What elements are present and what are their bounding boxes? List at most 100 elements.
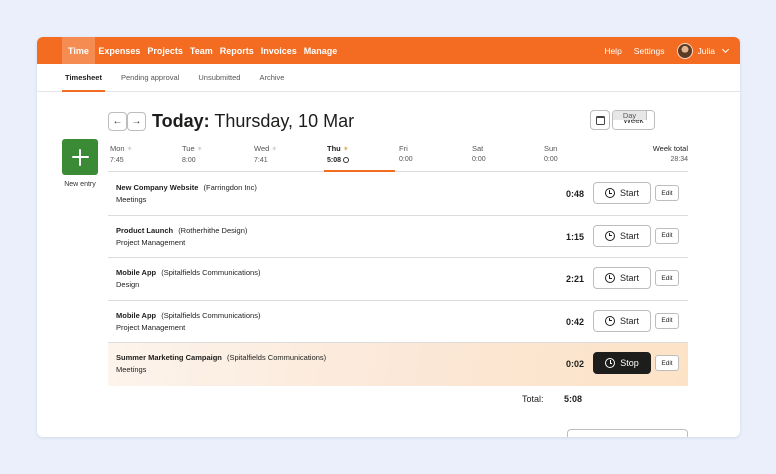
nav-team[interactable]: Team xyxy=(186,37,216,64)
day-name: Thu xyxy=(327,144,341,153)
day-name: Sun xyxy=(544,144,558,153)
project-name: Product Launch xyxy=(116,225,174,235)
edit-button[interactable]: Edit xyxy=(655,270,679,286)
total-value: 5:08 xyxy=(564,394,583,404)
submit-week-button[interactable] xyxy=(567,429,688,437)
clock-icon xyxy=(604,273,615,283)
project-name: Mobile App xyxy=(116,310,157,320)
plus-icon xyxy=(71,148,89,166)
entries-list: New Company Website (Farringdon Inc) Mee… xyxy=(108,173,688,386)
day-sun[interactable]: Sun 0:00 xyxy=(544,144,558,165)
day-strip: Mon ✶ 7:45 Tue ✶ 8:00 Wed ✶ 7:41 Thu ✶ 5… xyxy=(108,144,688,172)
project-name: New Company Website xyxy=(116,183,199,192)
user-name[interactable]: Julia xyxy=(698,46,715,56)
view-day-button[interactable]: Day xyxy=(613,111,647,120)
page-title: Today: Thursday, 10 Mar xyxy=(152,111,354,132)
top-nav: Time Expenses Projects Team Reports Invo… xyxy=(37,37,740,64)
day-thu[interactable]: Thu ✶ 5:08 xyxy=(327,144,350,166)
confetti-icon: ✶ xyxy=(126,146,133,153)
app-window: Time Expenses Projects Team Reports Invo… xyxy=(37,37,740,437)
client-name: (Farringdon Inc) xyxy=(203,183,257,192)
tab-unsubmitted[interactable]: Unsubmitted xyxy=(195,64,243,91)
next-day-button[interactable]: → xyxy=(127,112,146,131)
week-total-value: 28:34 xyxy=(670,156,688,163)
entry-duration: 0:48 xyxy=(565,189,584,199)
start-timer-button[interactable]: Start xyxy=(593,309,651,332)
calendar-icon xyxy=(595,115,605,125)
new-entry-button[interactable] xyxy=(62,139,98,175)
chevron-down-icon[interactable] xyxy=(721,45,730,53)
week-total-label: Week total xyxy=(652,144,688,153)
project-name: Mobile App xyxy=(116,268,157,277)
clock-icon xyxy=(604,230,615,241)
task-name: Project Management xyxy=(116,322,186,332)
day-fri[interactable]: Fri 0:00 xyxy=(399,144,413,165)
start-timer-button[interactable]: Start xyxy=(593,224,651,247)
client-name: (Rotherhithe Design) xyxy=(178,225,248,235)
stop-timer-button[interactable]: Stop xyxy=(593,352,651,374)
client-name: (Spitalfields Communications) xyxy=(226,353,327,362)
start-timer-button[interactable]: Start xyxy=(593,267,651,289)
week-total: Week total 28:34 xyxy=(653,144,688,165)
tab-timesheet[interactable]: Timesheet xyxy=(62,64,105,92)
nav-time[interactable]: Time xyxy=(62,37,95,64)
entry-duration: 0:42 xyxy=(565,316,584,327)
task-name: Meetings xyxy=(116,365,147,374)
project-name: Summer Marketing Campaign xyxy=(116,353,222,362)
entry-duration: 2:21 xyxy=(565,274,584,284)
edit-button[interactable]: Edit xyxy=(655,185,679,201)
start-timer-button[interactable]: Start xyxy=(593,182,651,204)
edit-button[interactable]: Edit xyxy=(655,227,679,244)
help-link[interactable]: Help xyxy=(604,46,621,56)
day-hours: 0:00 xyxy=(544,156,558,163)
table-row-running: Summer Marketing Campaign (Spitalfields … xyxy=(108,343,688,386)
table-row: Mobile App (Spitalfields Communications)… xyxy=(108,258,688,301)
client-name: (Spitalfields Communications) xyxy=(161,268,261,277)
edit-button[interactable]: Edit xyxy=(655,312,679,329)
day-tue[interactable]: Tue ✶ 8:00 xyxy=(182,144,203,166)
confetti-icon: ✶ xyxy=(271,146,278,153)
task-name: Design xyxy=(116,280,140,289)
settings-link[interactable]: Settings xyxy=(634,46,665,56)
client-name: (Spitalfields Communications) xyxy=(161,310,261,320)
nav-manage[interactable]: Manage xyxy=(300,37,341,64)
clock-icon xyxy=(604,315,615,326)
edit-button[interactable]: Edit xyxy=(655,355,679,371)
day-name: Sat xyxy=(472,144,484,153)
entry-duration: 0:02 xyxy=(565,359,584,369)
day-sat[interactable]: Sat 0:00 xyxy=(472,144,486,165)
avatar[interactable] xyxy=(676,42,693,59)
entry-duration: 1:15 xyxy=(565,231,584,242)
day-mon[interactable]: Mon ✶ 7:45 xyxy=(110,144,133,166)
start-label: Start xyxy=(619,273,639,283)
confetti-icon: ✶ xyxy=(342,146,349,153)
calendar-button[interactable] xyxy=(590,110,610,130)
arrow-left-icon: ← xyxy=(112,116,123,127)
arrow-right-icon: → xyxy=(131,116,142,127)
title-today: Today: xyxy=(152,111,210,131)
nav-expenses[interactable]: Expenses xyxy=(95,37,144,64)
date-nav: ← → Today: Thursday, 10 Mar xyxy=(108,111,354,132)
tab-archive[interactable]: Archive xyxy=(256,64,287,91)
day-name: Wed xyxy=(254,144,270,153)
start-label: Start xyxy=(619,188,639,198)
day-hours: 0:00 xyxy=(399,156,413,163)
day-hours: 7:41 xyxy=(254,157,268,164)
confetti-icon: ✶ xyxy=(196,146,203,153)
view-toggle: Day Week xyxy=(612,110,655,130)
new-entry-label: New entry xyxy=(64,181,96,188)
active-day-indicator xyxy=(324,170,395,172)
nav-projects[interactable]: Projects xyxy=(144,37,187,64)
nav-reports[interactable]: Reports xyxy=(216,37,257,64)
tab-pending-approval[interactable]: Pending approval xyxy=(118,64,182,91)
nav-right: Help Settings Julia xyxy=(592,37,730,64)
nav-invoices[interactable]: Invoices xyxy=(257,37,300,64)
day-hours: 8:00 xyxy=(182,157,196,164)
clock-icon xyxy=(604,188,615,198)
day-name: Tue xyxy=(182,144,195,153)
day-wed[interactable]: Wed ✶ 7:41 xyxy=(254,144,277,166)
sub-nav: Timesheet Pending approval Unsubmitted A… xyxy=(37,64,740,92)
day-hours: 7:45 xyxy=(110,157,124,164)
prev-day-button[interactable]: ← xyxy=(108,112,127,131)
stop-label: Stop xyxy=(620,358,639,368)
